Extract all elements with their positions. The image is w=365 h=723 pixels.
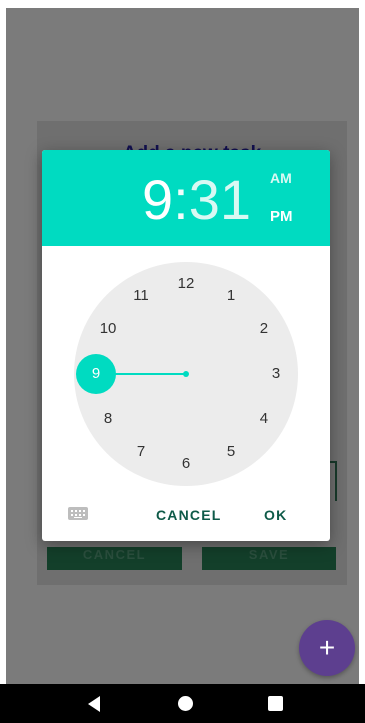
am-toggle[interactable]: AM (270, 170, 292, 186)
hour-display[interactable]: 9 (142, 168, 173, 231)
dial-number-9[interactable]: 9 (84, 364, 108, 384)
dial-number-1[interactable]: 1 (219, 286, 243, 306)
system-navbar (0, 684, 365, 723)
clock-dial[interactable]: 12 1 2 3 4 5 6 7 8 9 10 11 (74, 262, 298, 486)
picker-cancel-button[interactable]: CANCEL (156, 507, 222, 523)
picker-ok-button[interactable]: OK (264, 507, 287, 523)
home-icon[interactable] (178, 696, 193, 711)
time-display: 9:31 (142, 168, 251, 232)
dial-number-5[interactable]: 5 (219, 442, 243, 462)
time-picker-header: 9:31 AM PM (42, 150, 330, 246)
dial-number-12[interactable]: 12 (174, 274, 198, 294)
recents-icon[interactable] (268, 696, 283, 711)
screen: Add a new task CANCEL SAVE + 9:31 AM PM … (0, 0, 365, 723)
time-picker-actions: CANCEL OK (42, 496, 330, 532)
clock-center-dot (183, 371, 189, 377)
time-separator: : (173, 168, 189, 231)
dial-number-3[interactable]: 3 (264, 364, 288, 384)
dial-number-7[interactable]: 7 (129, 442, 153, 462)
dial-number-2[interactable]: 2 (252, 319, 276, 339)
add-task-save-button[interactable]: SAVE (202, 547, 336, 570)
add-task-cancel-button[interactable]: CANCEL (47, 547, 182, 570)
dial-number-11[interactable]: 11 (129, 286, 153, 306)
add-task-fab[interactable]: + (299, 620, 355, 676)
time-picker-dialog: 9:31 AM PM 12 1 2 3 4 5 6 7 8 9 10 11 CANCEL OK (42, 150, 330, 541)
pm-toggle[interactable]: PM (270, 208, 293, 225)
dial-number-10[interactable]: 10 (96, 319, 120, 339)
back-icon[interactable] (88, 696, 100, 712)
dial-number-8[interactable]: 8 (96, 409, 120, 429)
keyboard-icon[interactable] (68, 507, 88, 520)
dial-number-6[interactable]: 6 (174, 454, 198, 474)
dial-number-4[interactable]: 4 (252, 409, 276, 429)
plus-icon: + (318, 632, 336, 663)
minute-display[interactable]: 31 (189, 168, 251, 231)
